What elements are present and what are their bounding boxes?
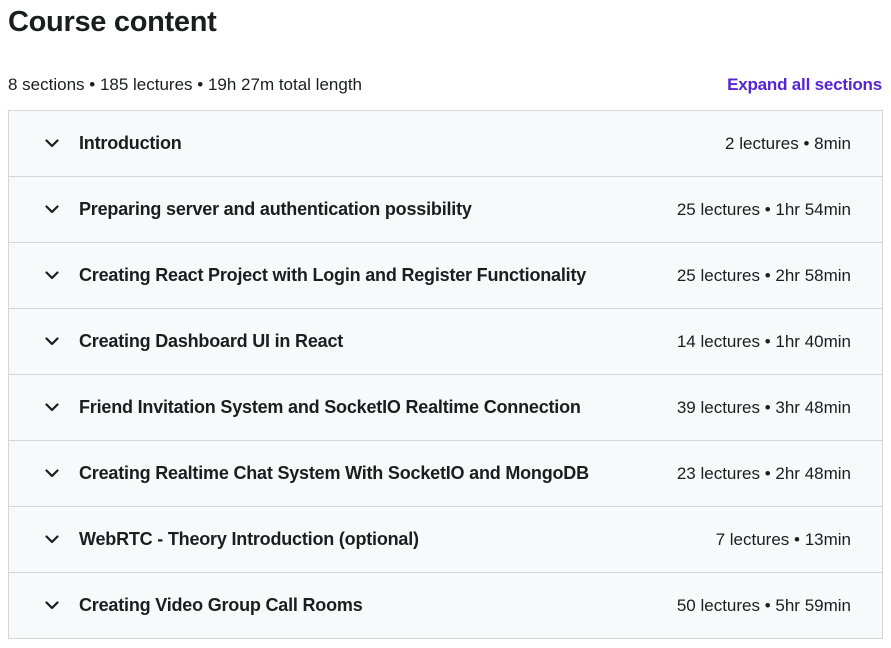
section-row[interactable]: Creating React Project with Login and Re…: [9, 243, 882, 309]
section-meta: 7 lectures • 13min: [715, 529, 851, 549]
section-meta: 39 lectures • 3hr 48min: [676, 397, 851, 417]
chevron-down-icon: [45, 401, 59, 415]
page-title: Course content: [8, 6, 217, 38]
section-row[interactable]: Creating Dashboard UI in React 14 lectur…: [9, 309, 882, 375]
expand-all-sections-button[interactable]: Expand all sections: [727, 75, 882, 95]
chevron-down-icon: [45, 137, 59, 151]
section-row[interactable]: Friend Invitation System and SocketIO Re…: [9, 375, 882, 441]
course-summary-row: 8 sections • 185 lectures • 19h 27m tota…: [8, 72, 882, 98]
section-row[interactable]: Creating Realtime Chat System With Socke…: [9, 441, 882, 507]
section-row[interactable]: Preparing server and authentication poss…: [9, 177, 882, 243]
section-title: Creating Video Group Call Rooms: [79, 595, 363, 615]
section-row[interactable]: WebRTC - Theory Introduction (optional) …: [9, 507, 882, 573]
section-meta: 2 lectures • 8min: [725, 133, 851, 153]
section-row[interactable]: Introduction 2 lectures • 8min: [9, 111, 882, 177]
chevron-down-icon: [45, 467, 59, 481]
section-title: Creating Dashboard UI in React: [79, 331, 344, 351]
section-title: WebRTC - Theory Introduction (optional): [79, 529, 419, 549]
section-meta: 25 lectures • 2hr 58min: [676, 265, 851, 285]
sections-list: Introduction 2 lectures • 8min Preparing…: [8, 110, 883, 639]
section-meta: 14 lectures • 1hr 40min: [676, 331, 851, 351]
chevron-down-icon: [45, 599, 59, 613]
section-title: Preparing server and authentication poss…: [79, 199, 472, 219]
chevron-down-icon: [45, 269, 59, 283]
section-title: Creating Realtime Chat System With Socke…: [79, 463, 589, 483]
section-title: Creating React Project with Login and Re…: [79, 265, 587, 285]
section-title: Friend Invitation System and SocketIO Re…: [79, 397, 581, 417]
chevron-down-icon: [45, 533, 59, 547]
section-meta: 50 lectures • 5hr 59min: [676, 595, 851, 615]
section-row[interactable]: Creating Video Group Call Rooms 50 lectu…: [9, 573, 882, 639]
section-meta: 23 lectures • 2hr 48min: [676, 463, 851, 483]
section-meta: 25 lectures • 1hr 54min: [676, 199, 851, 219]
section-title: Introduction: [79, 133, 182, 153]
course-content-panel: Course content 8 sections • 185 lectures…: [0, 0, 891, 648]
course-summary: 8 sections • 185 lectures • 19h 27m tota…: [8, 75, 363, 94]
chevron-down-icon: [45, 203, 59, 217]
chevron-down-icon: [45, 335, 59, 349]
